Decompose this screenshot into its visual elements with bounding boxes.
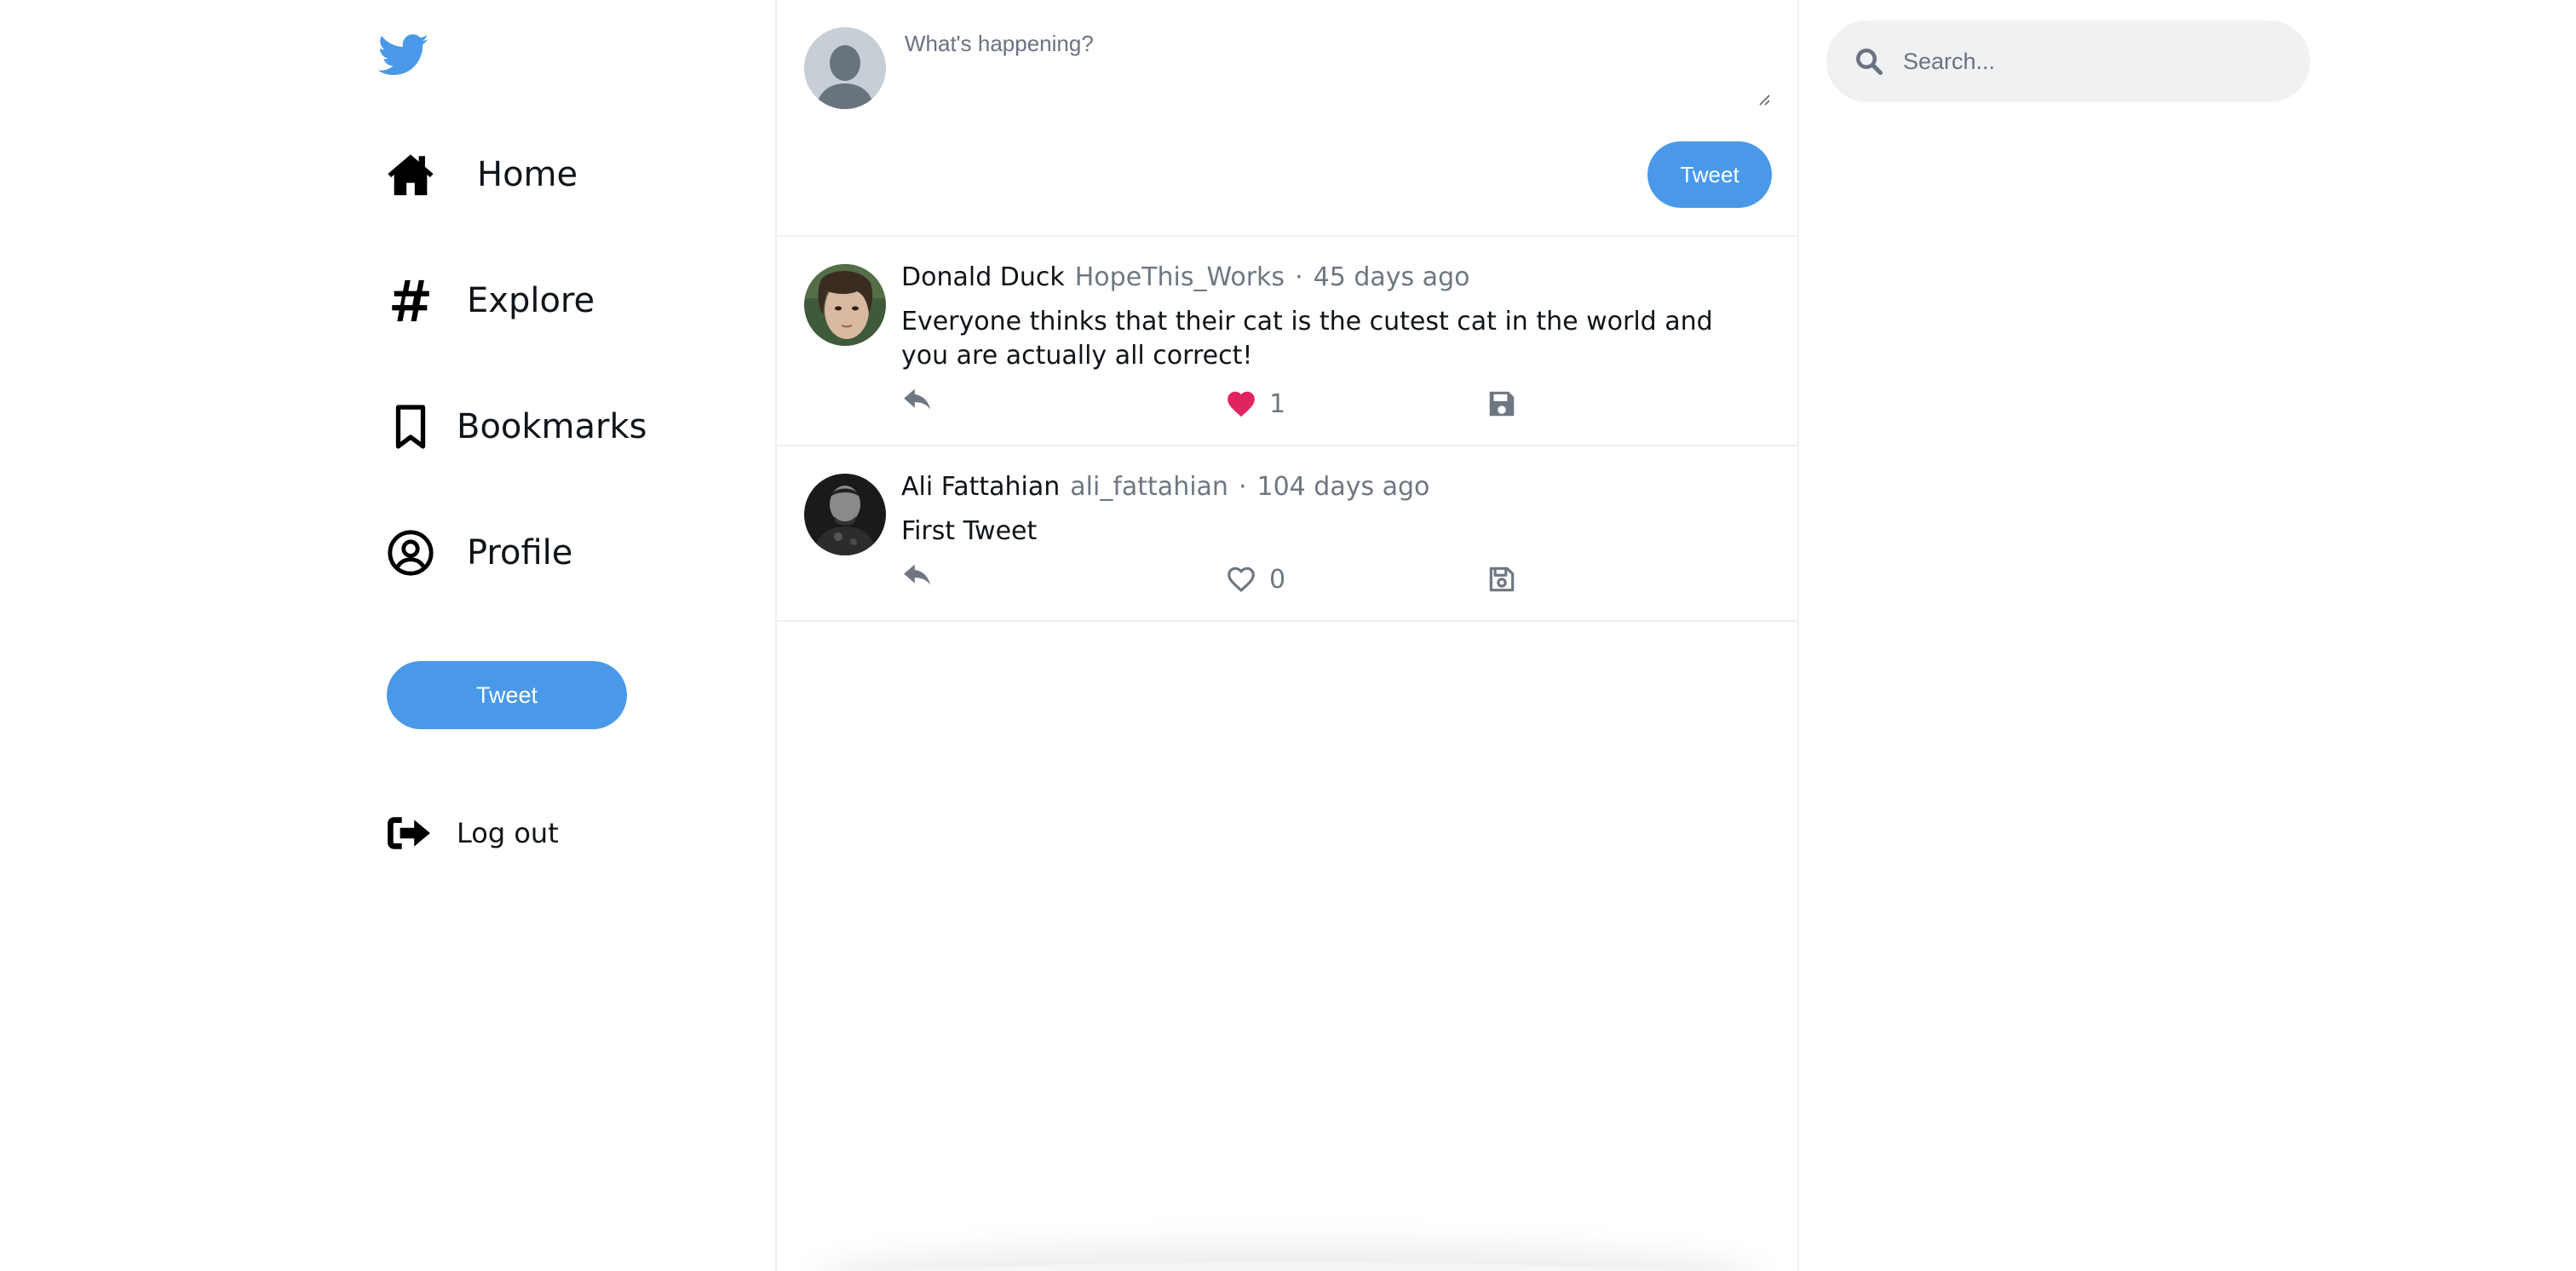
like-count: 0	[1269, 564, 1286, 595]
tweet-actions: 1	[901, 385, 1668, 423]
sign-out-icon	[385, 809, 433, 857]
avatar[interactable]	[804, 264, 886, 346]
reply-button[interactable]	[901, 385, 934, 423]
tweet-actions: 0	[901, 561, 1668, 598]
sidebar: Home Explore Bookmarks Profile Tweet Log…	[0, 0, 775, 1271]
like-count: 1	[1269, 388, 1286, 419]
tweet-item: Donald Duck HopeThis_Works · 45 days ago Ev…	[777, 237, 1797, 446]
tweet-time: 45 days ago	[1313, 262, 1470, 292]
tweet-time: 104 days ago	[1256, 472, 1430, 502]
feed-bottom-shadow	[828, 1262, 1748, 1271]
bookmark-save-button[interactable]	[1486, 561, 1518, 598]
search-icon	[1852, 44, 1886, 78]
search-input[interactable]	[1903, 48, 2278, 75]
tweet-author[interactable]: Ali Fattahian	[901, 472, 1060, 502]
search-box[interactable]	[1826, 20, 2310, 102]
avatar[interactable]	[804, 474, 886, 555]
reply-button[interactable]	[901, 561, 934, 598]
heart-outline-icon	[1228, 566, 1255, 593]
like-button[interactable]: 0	[1225, 561, 1285, 598]
tweet-header: Donald Duck HopeThis_Works · 45 days ago	[901, 262, 1469, 292]
nav-label-home: Home	[477, 155, 578, 194]
tweet-text: First Tweet	[901, 516, 1038, 546]
compose-tweet-button[interactable]: Tweet	[1647, 141, 1772, 208]
feed: Tweet Donald Duck HopeThis_Works · 45 days …	[775, 0, 1799, 1271]
nav-item-home[interactable]: Home	[385, 145, 578, 204]
tweet-item: Ali Fattahian ali_fattahian · 104 days ago …	[777, 446, 1797, 622]
compose-textarea[interactable]	[905, 31, 1774, 112]
nav-item-explore[interactable]: Explore	[385, 271, 595, 331]
compose-box: Tweet	[777, 0, 1797, 237]
hashtag-icon	[385, 275, 436, 326]
resize-handle-icon[interactable]	[1757, 92, 1770, 106]
nav-item-profile[interactable]: Profile	[385, 523, 572, 583]
user-circle-icon	[385, 527, 436, 578]
bookmark-icon	[385, 401, 436, 452]
floppy-disk-icon	[1489, 391, 1515, 417]
home-icon	[385, 149, 436, 200]
logout-label: Log out	[457, 817, 559, 849]
floppy-disk-outline-icon	[1489, 566, 1515, 592]
sidebar-tweet-button[interactable]: Tweet	[387, 661, 627, 729]
nav-label-bookmarks: Bookmarks	[457, 407, 647, 446]
twitter-bird-icon[interactable]	[377, 34, 429, 77]
tweet-separator: ·	[1295, 262, 1303, 292]
tweet-separator: ·	[1238, 472, 1247, 502]
tweet-handle[interactable]: HopeThis_Works	[1075, 262, 1285, 292]
nav-item-bookmarks[interactable]: Bookmarks	[385, 397, 647, 457]
tweet-author[interactable]: Donald Duck	[901, 262, 1065, 292]
bookmark-save-button[interactable]	[1486, 385, 1518, 423]
nav-label-profile: Profile	[467, 533, 573, 572]
avatar	[804, 27, 886, 109]
tweet-text: Everyone thinks that their cat is the cu…	[901, 307, 1713, 371]
tweet-header: Ali Fattahian ali_fattahian · 104 days ago	[901, 472, 1429, 502]
like-button[interactable]: 1	[1225, 385, 1285, 423]
heart-filled-icon	[1228, 391, 1255, 417]
logout-button[interactable]: Log out	[385, 808, 559, 859]
nav-label-explore: Explore	[467, 281, 595, 320]
tweet-handle[interactable]: ali_fattahian	[1070, 472, 1228, 502]
reply-icon	[904, 564, 931, 585]
reply-icon	[904, 388, 931, 410]
